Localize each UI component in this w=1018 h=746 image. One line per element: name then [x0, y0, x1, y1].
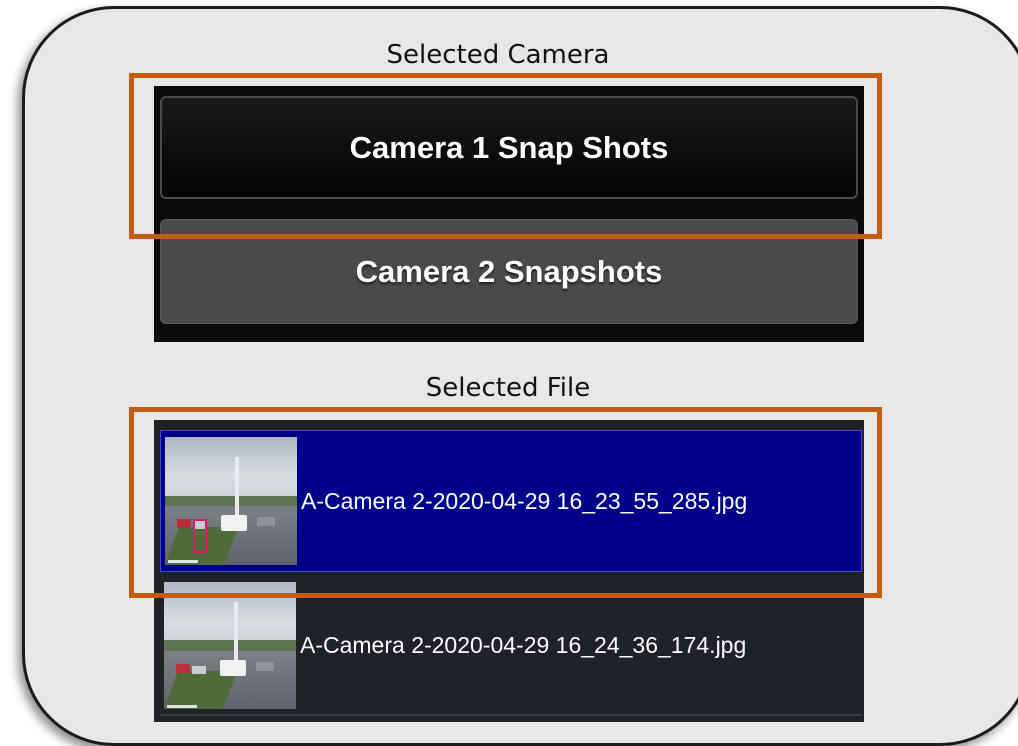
selected-file-caption: Selected File	[425, 373, 591, 403]
selected-file-highlight	[129, 407, 882, 598]
selected-camera-highlight	[129, 73, 882, 239]
file-name: A-Camera 2-2020-04-29 16_24_36_174.jpg	[300, 632, 747, 658]
selected-camera-caption: Selected Camera	[386, 40, 610, 70]
thumbnail-image-icon	[164, 581, 296, 710]
